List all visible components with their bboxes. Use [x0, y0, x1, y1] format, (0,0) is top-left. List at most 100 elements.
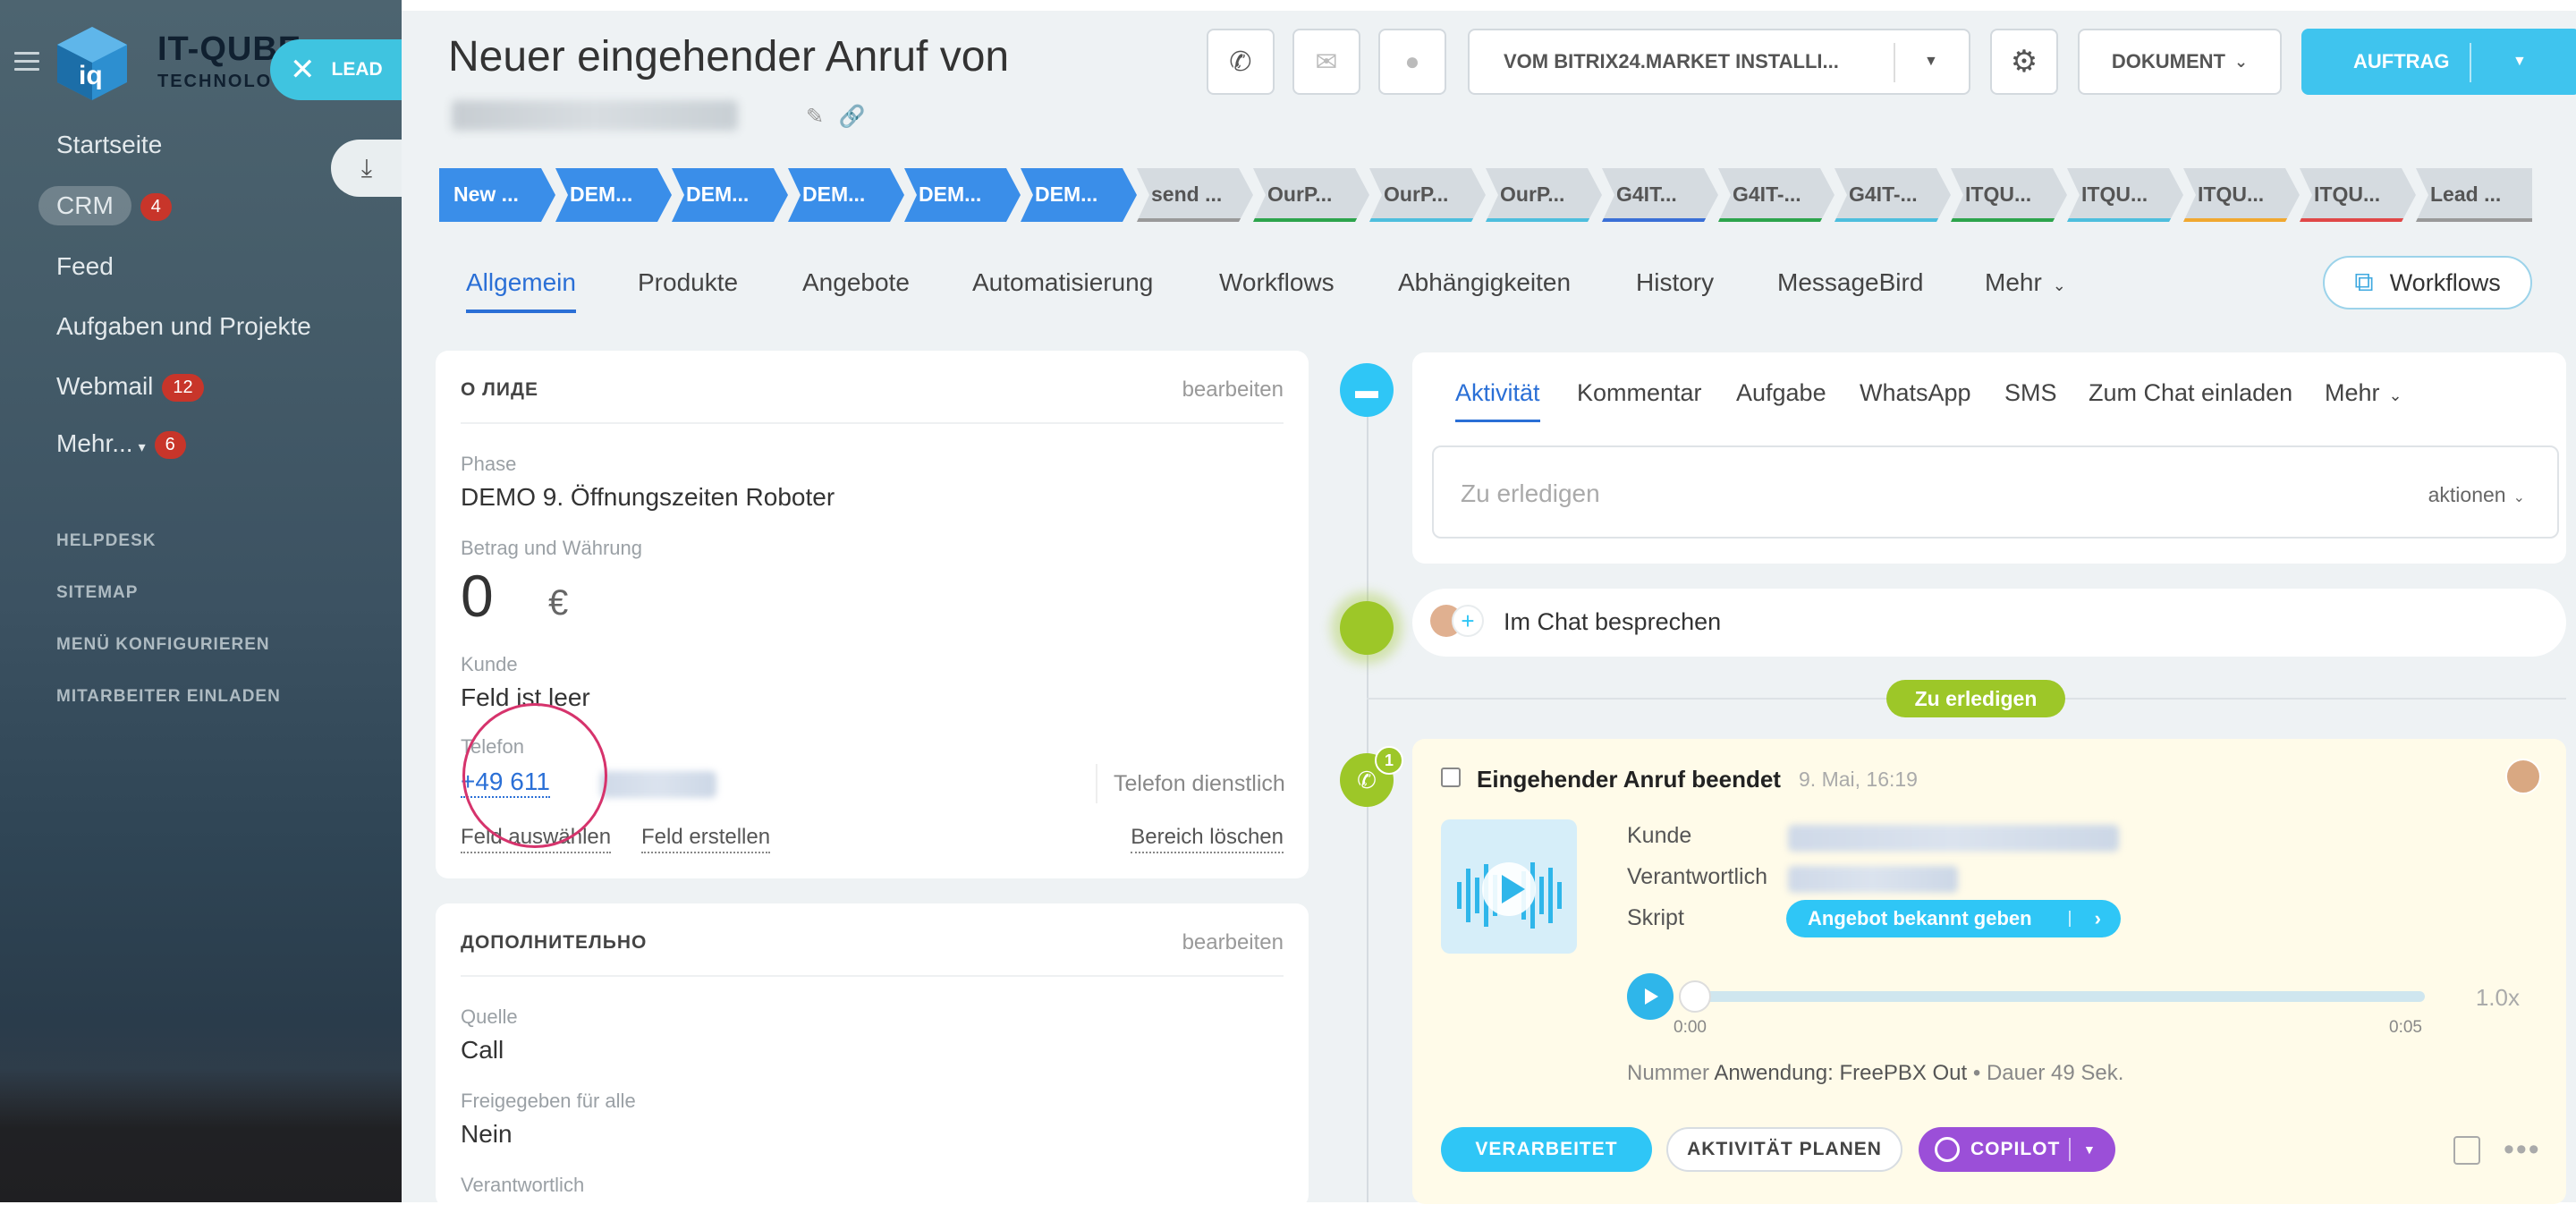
tab-automatisierung[interactable]: Automatisierung	[972, 268, 1153, 297]
stage-14[interactable]: ITQU...	[2067, 168, 2183, 222]
menu-icon[interactable]	[14, 52, 39, 73]
chevron-down-icon: ⌄	[2388, 386, 2402, 404]
pencil-icon[interactable]: ✎	[806, 105, 824, 129]
stage-5[interactable]: DEM...	[1021, 168, 1137, 222]
note-icon[interactable]	[2453, 1136, 2480, 1165]
recording-thumbnail[interactable]	[1441, 819, 1577, 954]
nav-crm[interactable]: CRM 4	[38, 186, 172, 225]
order-button[interactable]: AUFTRAG ▼	[2301, 29, 2576, 95]
more-icon[interactable]: •••	[2504, 1132, 2541, 1167]
stage-0[interactable]: New ...	[439, 168, 555, 222]
tab-sms[interactable]: SMS	[2004, 379, 2057, 407]
about-card: О ЛИДЕ bearbeiten Phase DEMO 9. Öffnungs…	[436, 351, 1309, 878]
tab-mehr[interactable]: Mehr ⌄	[1985, 268, 2066, 297]
done-checkbox[interactable]	[1441, 768, 1461, 787]
tab-whatsapp[interactable]: WhatsApp	[1860, 379, 1971, 407]
nav-label: CRM	[56, 191, 114, 219]
tab-mehr-activity[interactable]: Mehr ⌄	[2325, 379, 2402, 407]
stage-4[interactable]: DEM...	[904, 168, 1021, 222]
actions-dropdown[interactable]: aktionen ⌄	[2428, 483, 2525, 507]
order-label: AUFTRAG	[2353, 50, 2450, 72]
nav-invite-employees[interactable]: MITARBEITER EINLADEN	[56, 687, 281, 707]
create-field-link[interactable]: Feld erstellen	[641, 825, 771, 853]
script-button[interactable]: Angebot bekannt geben ›	[1786, 900, 2121, 937]
shared-value[interactable]: Nein	[461, 1120, 513, 1149]
playback-speed[interactable]: 1.0x	[2476, 984, 2520, 1012]
nav-aufgaben[interactable]: Aufgaben und Projekte	[56, 312, 311, 341]
chat-discuss-bar[interactable]: + Im Chat besprechen	[1412, 589, 2566, 657]
nav-startseite[interactable]: Startseite	[56, 131, 162, 159]
add-icon[interactable]: +	[1452, 605, 1484, 637]
nav-label: Aufgaben und Projekte	[56, 312, 311, 340]
tab-bar: Allgemein Produkte Angebote Automatisier…	[402, 252, 2576, 315]
tab-aktivitaet[interactable]: Aktivität	[1455, 379, 1540, 422]
email-button[interactable]: ✉	[1292, 29, 1360, 95]
copilot-button[interactable]: COPILOT ▼	[1919, 1127, 2115, 1172]
lead-close-button[interactable]: ✕ LEAD	[270, 39, 404, 100]
clear-section-link[interactable]: Bereich löschen	[1131, 825, 1284, 853]
blurred-responsible	[1788, 866, 1958, 893]
app-dropdown[interactable]: VOM BITRIX24.MARKET INSTALLI... ▼	[1468, 29, 1970, 95]
stage-16[interactable]: ITQU...	[2300, 168, 2416, 222]
tab-produkte[interactable]: Produkte	[638, 268, 738, 297]
about-edit-link[interactable]: bearbeiten	[1182, 377, 1284, 403]
tab-history[interactable]: History	[1636, 268, 1714, 297]
stage-1[interactable]: DEM...	[555, 168, 672, 222]
chat-button[interactable]: ●	[1378, 29, 1446, 95]
tab-allgemein[interactable]: Allgemein	[466, 268, 576, 313]
stage-3[interactable]: DEM...	[788, 168, 904, 222]
source-value[interactable]: Call	[461, 1036, 504, 1065]
plan-activity-button[interactable]: AKTIVITÄT PLANEN	[1666, 1127, 1902, 1172]
tab-kommentar[interactable]: Kommentar	[1577, 379, 1702, 407]
time-start: 0:00	[1674, 1018, 1707, 1037]
play-icon	[1645, 988, 1658, 1005]
workflow-icon: ⧉	[2354, 267, 2374, 297]
stage-8[interactable]: OurP...	[1369, 168, 1486, 222]
chat-icon: ●	[1404, 47, 1420, 75]
mail-icon: ✉	[1315, 47, 1338, 77]
customer-label: Kunde	[461, 653, 518, 675]
amount-value[interactable]: 0	[461, 562, 494, 630]
tab-zum-chat[interactable]: Zum Chat einladen	[2089, 379, 2292, 407]
tab-abhaengigkeiten[interactable]: Abhängigkeiten	[1398, 268, 1571, 297]
nav-menu-config[interactable]: MENÜ KONFIGURIEREN	[56, 635, 270, 655]
call-button[interactable]: ✆	[1207, 29, 1275, 95]
additional-edit-link[interactable]: bearbeiten	[1182, 930, 1284, 955]
tab-label: Mehr	[1985, 268, 2042, 296]
tab-messagebird[interactable]: MessageBird	[1777, 268, 1923, 297]
comment-icon: ▬	[1340, 363, 1394, 417]
nav-webmail[interactable]: Webmail 12	[56, 372, 204, 403]
document-button[interactable]: DOKUMENT ⌄	[2078, 29, 2282, 95]
link-icon[interactable]: 🔗	[839, 105, 866, 129]
settings-button[interactable]: ⚙	[1990, 29, 2058, 95]
workflows-button[interactable]: ⧉ Workflows	[2323, 256, 2532, 310]
tab-aufgabe[interactable]: Aufgabe	[1736, 379, 1826, 407]
nav-helpdesk[interactable]: HELPDESK	[56, 531, 156, 551]
play-button[interactable]	[1627, 973, 1674, 1020]
nav-mehr[interactable]: Mehr... ▾ 6	[56, 429, 186, 460]
stage-10[interactable]: G4IT...	[1602, 168, 1718, 222]
done-button[interactable]: VERARBEITET	[1441, 1127, 1652, 1172]
audio-progress-track[interactable]	[1681, 991, 2425, 1002]
stage-11[interactable]: G4IT-...	[1718, 168, 1835, 222]
stage-7[interactable]: OurP...	[1253, 168, 1369, 222]
stage-2[interactable]: DEM...	[672, 168, 788, 222]
tab-workflows[interactable]: Workflows	[1219, 268, 1335, 297]
divider	[1894, 43, 1895, 82]
app-dropdown-label: VOM BITRIX24.MARKET INSTALLI...	[1504, 50, 1839, 72]
responsible-label: Verantwortlich	[461, 1174, 585, 1196]
todo-input[interactable]: Zu erledigen aktionen ⌄	[1432, 445, 2559, 539]
nav-sitemap[interactable]: SITEMAP	[56, 583, 138, 603]
audio-progress-handle[interactable]	[1679, 980, 1711, 1013]
stage-6[interactable]: send ...	[1137, 168, 1253, 222]
collapse-panel-button[interactable]: ⤓	[331, 140, 402, 197]
stage-15[interactable]: ITQU...	[2183, 168, 2300, 222]
stage-12[interactable]: G4IT-...	[1835, 168, 1951, 222]
stage-17[interactable]: Lead ...	[2416, 168, 2532, 222]
nav-feed[interactable]: Feed	[56, 252, 114, 281]
highlight-circle	[462, 703, 607, 848]
stage-13[interactable]: ITQU...	[1951, 168, 2067, 222]
phase-value[interactable]: DEMO 9. Öffnungszeiten Roboter	[461, 483, 835, 512]
stage-9[interactable]: OurP...	[1486, 168, 1602, 222]
tab-angebote[interactable]: Angebote	[802, 268, 910, 297]
